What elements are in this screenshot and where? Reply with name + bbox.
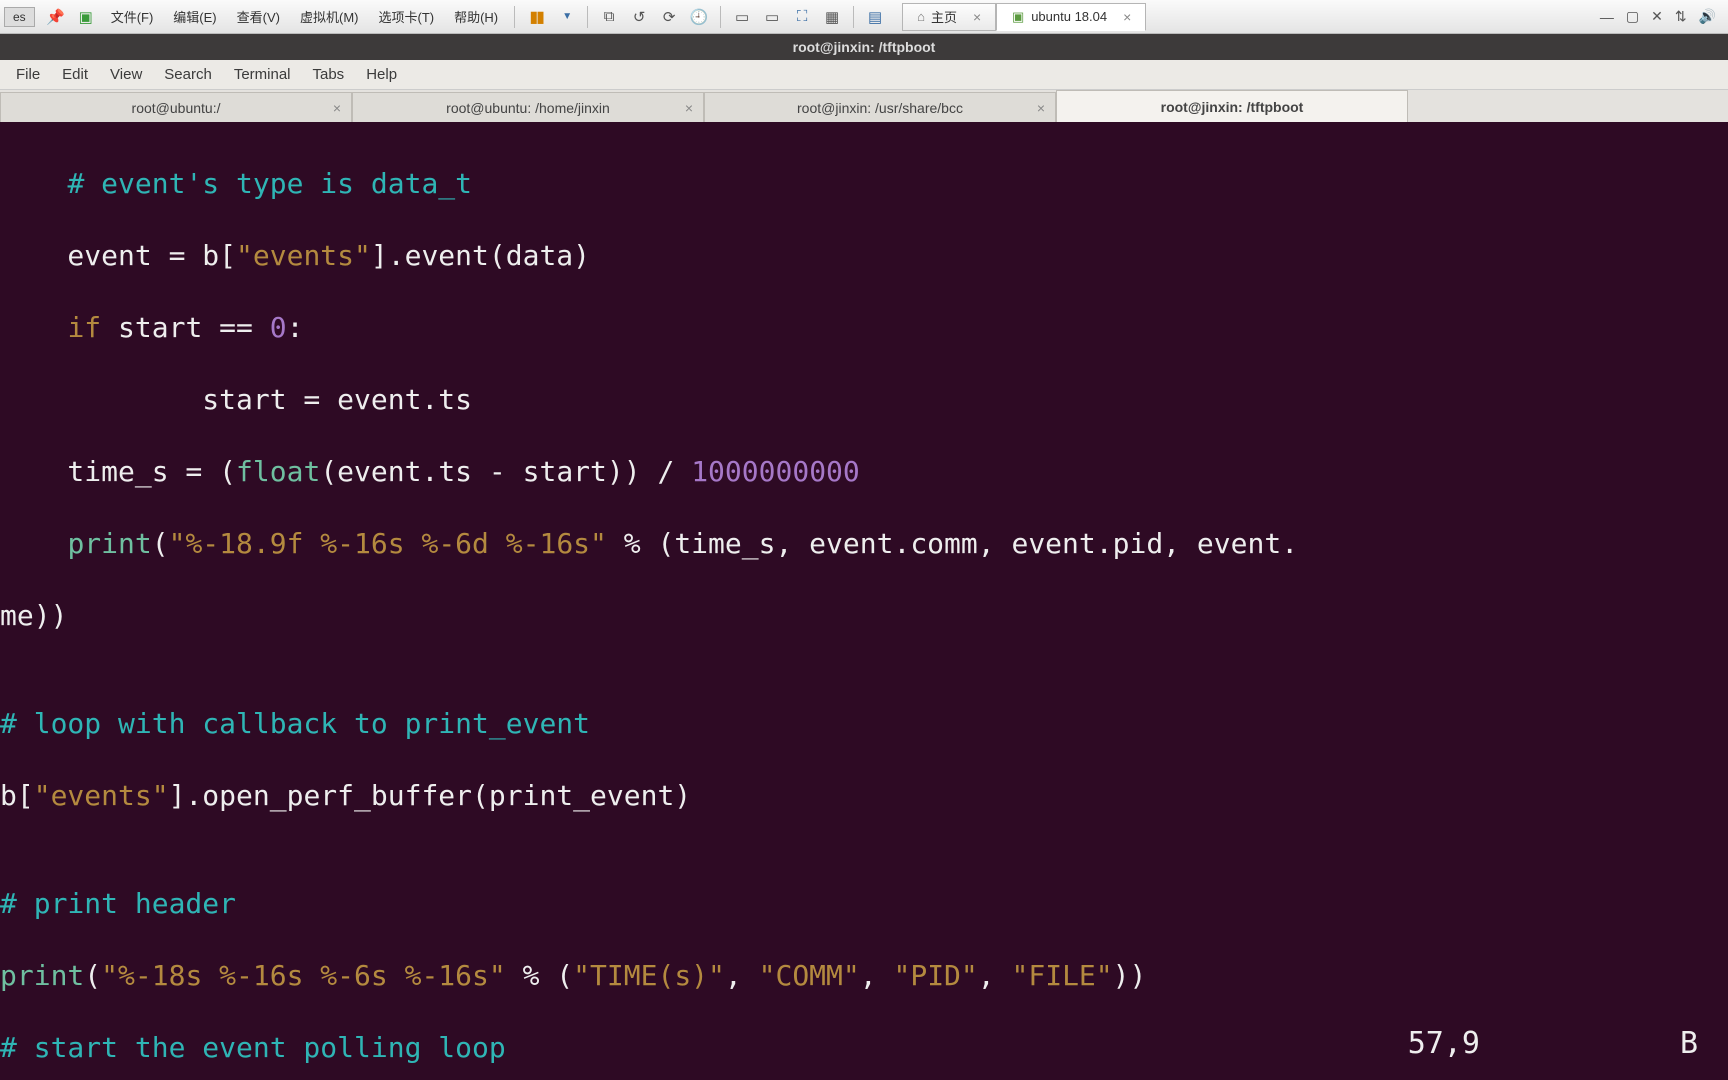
close-window-icon[interactable]: ✕ — [1651, 8, 1663, 25]
separator — [587, 6, 588, 28]
menu-file[interactable]: File — [6, 62, 50, 87]
vm-tab-home[interactable]: ⌂ 主页 × — [902, 3, 996, 31]
maximize-icon[interactable]: ▢ — [1626, 8, 1639, 25]
unity-icon[interactable]: ▭ — [729, 4, 755, 30]
vm-tab-ubuntu[interactable]: ▣ ubuntu 18.04 × — [996, 3, 1146, 31]
terminal-tab[interactable]: root@ubuntu: /home/jinxin × — [352, 92, 704, 122]
close-icon[interactable]: × — [1037, 100, 1045, 116]
left-stub: es — [4, 7, 35, 27]
tab-label: root@ubuntu:/ — [132, 100, 221, 116]
net-icon: ⇅ — [1675, 8, 1687, 25]
separator — [720, 6, 721, 28]
tab-label: root@ubuntu: /home/jinxin — [446, 100, 610, 116]
menu-view[interactable]: 查看(V) — [237, 7, 280, 26]
menu-edit[interactable]: 编辑(E) — [173, 7, 216, 26]
vm-tab-label: 主页 — [931, 7, 957, 26]
home-icon: ⌂ — [917, 9, 925, 24]
close-icon[interactable]: × — [333, 100, 341, 116]
menu-terminal[interactable]: Terminal — [224, 62, 301, 87]
close-icon[interactable]: × — [685, 100, 693, 116]
menu-view[interactable]: View — [100, 62, 152, 87]
console-icon[interactable]: ▦ — [819, 4, 845, 30]
revert-icon[interactable]: ↺ — [626, 4, 652, 30]
menu-file[interactable]: 文件(F) — [111, 7, 154, 26]
ubuntu-icon: ▣ — [1011, 10, 1025, 24]
terminal-tab-active[interactable]: root@jinxin: /tftpboot — [1056, 90, 1408, 122]
terminal-menubar: File Edit View Search Terminal Tabs Help — [0, 60, 1728, 90]
snapshot-icon[interactable]: ⧉ — [596, 4, 622, 30]
menu-tabs[interactable]: 选项卡(T) — [378, 7, 434, 26]
vm-tab-strip: ⌂ 主页 × ▣ ubuntu 18.04 × — [902, 3, 1146, 31]
fullscreen-icon[interactable]: ⛶ — [789, 4, 815, 30]
dropdown-icon[interactable]: ▼ — [553, 4, 579, 30]
menu-help[interactable]: Help — [356, 62, 407, 87]
pause-button[interactable]: ▮▮ — [523, 4, 549, 30]
vmware-toolbar: es 📌 ▣ 文件(F) 编辑(E) 查看(V) 虚拟机(M) 选项卡(T) 帮… — [0, 0, 1728, 34]
terminal-tab[interactable]: root@jinxin: /usr/share/bcc × — [704, 92, 1056, 122]
menu-tabs[interactable]: Tabs — [303, 62, 355, 87]
menu-help[interactable]: 帮助(H) — [454, 7, 498, 26]
terminal-titlebar: root@jinxin: /tftpboot — [0, 34, 1728, 60]
vm-logo-icon[interactable]: ▣ — [73, 4, 99, 30]
separator — [853, 6, 854, 28]
vm-tab-label: ubuntu 18.04 — [1031, 9, 1107, 24]
pin-icon[interactable]: 📌 — [43, 4, 69, 30]
close-icon[interactable]: × — [1123, 9, 1131, 25]
cursor-position: 57,9 — [1408, 1026, 1480, 1062]
menu-search[interactable]: Search — [154, 62, 222, 87]
editor-pane[interactable]: # event's type is data_t event = b["even… — [0, 122, 1728, 1080]
close-icon[interactable]: × — [973, 9, 981, 25]
window-controls: — ▢ ✕ ⇅ 🔊 — [1600, 8, 1724, 25]
minimize-icon[interactable]: — — [1600, 9, 1614, 25]
library-icon[interactable]: ▤ — [862, 4, 888, 30]
terminal-tab[interactable]: root@ubuntu:/ × — [0, 92, 352, 122]
multiview-icon[interactable]: ▭ — [759, 4, 785, 30]
tab-label: root@jinxin: /usr/share/bcc — [797, 100, 963, 116]
menu-edit[interactable]: Edit — [52, 62, 98, 87]
menu-vm[interactable]: 虚拟机(M) — [300, 7, 359, 26]
clock-icon[interactable]: 🕘 — [686, 4, 712, 30]
manage-icon[interactable]: ⟳ — [656, 4, 682, 30]
separator — [514, 6, 515, 28]
vol-icon: 🔊 — [1699, 8, 1716, 25]
title-text: root@jinxin: /tftpboot — [793, 39, 936, 55]
vim-mode: B — [1680, 1026, 1698, 1062]
tab-label: root@jinxin: /tftpboot — [1161, 99, 1304, 115]
terminal-tab-bar: root@ubuntu:/ × root@ubuntu: /home/jinxi… — [0, 90, 1728, 122]
vim-status: 57,9 B — [1408, 1026, 1698, 1062]
